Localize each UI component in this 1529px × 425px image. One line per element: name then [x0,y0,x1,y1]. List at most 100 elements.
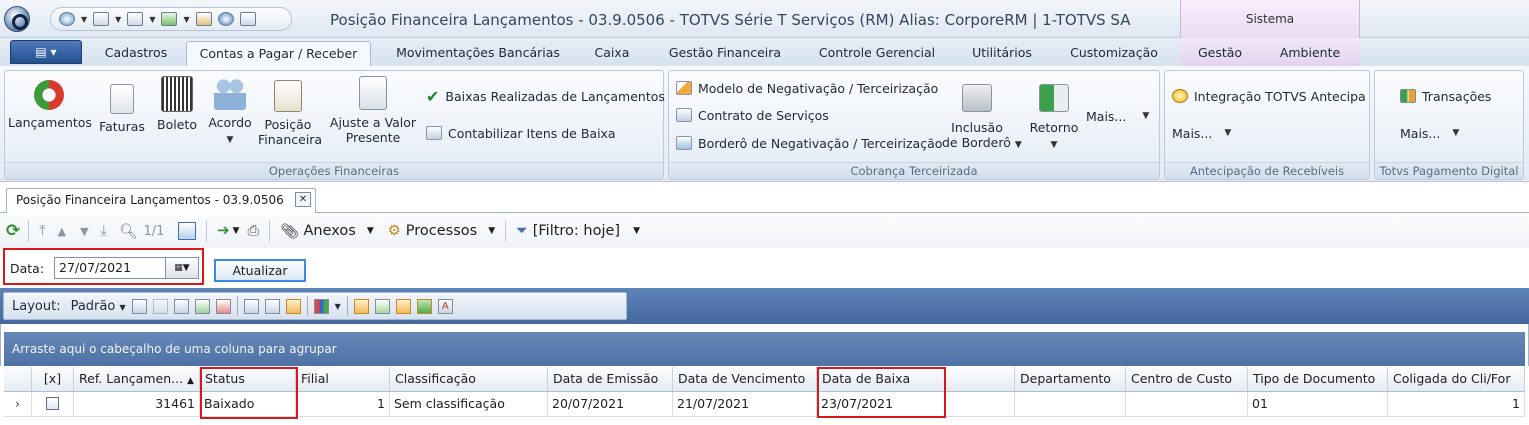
tab-cadastros[interactable]: Cadastros [92,41,180,66]
app-menu-orb-icon[interactable] [4,6,30,32]
sigma-icon[interactable] [264,298,280,314]
baixas-realizadas-button[interactable]: ✔ Baixas Realizadas de Lançamentos [426,86,665,106]
cell-tipo-documento[interactable]: 01 [1248,392,1388,417]
tab-controle-gerencial[interactable]: Controle Gerencial [812,41,942,66]
import-layout-icon[interactable] [194,298,210,314]
column-header-tipo-documento[interactable]: Tipo de Documento [1248,367,1388,392]
button-label-line1: Posição [264,117,312,132]
cell-data-vencimento[interactable]: 21/07/2021 [673,392,817,417]
cell-ref[interactable]: 31461 [74,392,200,417]
highlight-box-status [200,367,298,419]
view-list-icon[interactable] [374,298,390,314]
column-header-filial[interactable]: Filial [296,367,390,392]
chevron-down-icon[interactable]: ▼ [149,15,155,24]
view-grid-icon[interactable] [353,298,369,314]
column-header-centro-custo[interactable]: Centro de Custo [1126,367,1248,392]
cell-classificacao[interactable]: Sem classificação [390,392,548,417]
layout-icon[interactable] [152,298,168,314]
font-icon[interactable]: A [437,298,453,314]
document-tab[interactable]: Posição Financeira Lançamentos - 03.9.05… [6,188,316,213]
grid-view-icon[interactable] [178,222,197,240]
close-icon[interactable]: ✕ [295,192,311,207]
button-label-line2: de Borderô [942,135,1011,150]
modelo-negativacao-button[interactable]: Modelo de Negativação / Terceirização [676,78,938,98]
column-header-data-emissao[interactable]: Data de Emissão [548,367,673,392]
column-header-coligada[interactable]: Coligada do Cli/For [1388,367,1525,392]
acordo-button[interactable]: Acordo ▼ [205,76,255,148]
chevron-down-icon[interactable]: ▼ [335,302,341,311]
chart-icon[interactable] [313,298,329,314]
file-menu-button[interactable]: ▤ ▾ [10,40,82,64]
column-header-select[interactable]: [x] [32,367,74,392]
summary-icon[interactable] [243,298,259,314]
view-detail-icon[interactable] [395,298,411,314]
layout-preset-dropdown[interactable]: Padrão ▼ [71,299,126,314]
antecipacao-mais-button[interactable]: Mais... ▼ [1172,123,1231,143]
bordero-negativacao-button[interactable]: Borderô de Negativação / Terceirização [676,133,942,153]
chevron-down-icon[interactable]: ▼ [183,15,189,24]
refresh-icon[interactable]: ⟳ [6,221,20,241]
window-icon[interactable] [93,12,110,26]
tab-utilitarios[interactable]: Utilitários [962,41,1042,66]
tab-contas-pagar-receber[interactable]: Contas a Pagar / Receber [186,41,371,66]
retorno-button[interactable]: Retorno ▼ [1028,76,1080,153]
paperclip-icon: 📎︎ [280,223,299,240]
column-header-departamento[interactable]: Departamento [1015,367,1126,392]
filter-button[interactable]: ⏷ [Filtro: hoje] ▼ [516,223,640,239]
cell-filial[interactable]: 1 [296,392,390,417]
atualizar-button[interactable]: Atualizar [214,259,306,282]
delete-layout-icon[interactable] [215,298,231,314]
cell-centro-custo[interactable] [1126,392,1248,417]
export-arrow-icon[interactable]: ➔ [217,223,229,239]
copy-icon[interactable] [239,12,256,26]
globe-icon[interactable] [59,12,75,26]
anexos-button[interactable]: 📎︎ Anexos ▼ [280,223,374,240]
processos-button[interactable]: ⚙ Processos ▼ [388,223,495,239]
faturas-button[interactable]: Faturas [96,76,148,134]
chevron-down-icon[interactable]: ▼ [233,226,240,236]
column-header-classificacao[interactable]: Classificação [390,367,548,392]
contrato-servicos-button[interactable]: Contrato de Serviços [676,105,829,125]
view-form-icon[interactable] [416,298,432,314]
pagamento-mais-button[interactable]: Mais... ▼ [1400,123,1459,143]
layout-icon[interactable] [127,12,144,26]
boleto-button[interactable]: Boleto [152,76,202,132]
integracao-totvs-antecipa-button[interactable]: Integração TOTVS Antecipa [1172,86,1366,106]
tab-gestao[interactable]: Gestão [1188,41,1252,66]
inclusao-bordero-button[interactable]: Inclusão de Borderô ▼ [942,76,1022,153]
chevron-down-icon: ▼ [1224,128,1232,138]
chevron-down-icon[interactable]: ▼ [81,15,87,24]
find-icon[interactable]: 🔍︎ [119,223,137,240]
tab-customizacao[interactable]: Customização [1062,41,1166,66]
web-icon[interactable] [217,12,234,26]
tools-icon[interactable] [195,12,212,26]
column-header-ref[interactable]: Ref. Lançamen... ▲ [74,367,200,392]
ajuste-valor-presente-button[interactable]: Ajuste a Valor Presente [328,76,418,145]
cell-coligada[interactable]: 1 [1388,392,1525,417]
cell-data-emissao[interactable]: 20/07/2021 [548,392,673,417]
column-header-data-vencimento[interactable]: Data de Vencimento [673,367,817,392]
contabilizar-itens-baixa-button[interactable]: Contabilizar Itens de Baixa [426,123,616,143]
first-record-icon[interactable]: ⤒ [39,223,45,239]
tab-gestao-financeira[interactable]: Gestão Financeira [660,41,790,66]
edit-icon[interactable] [285,298,301,314]
chevron-down-icon[interactable]: ▼ [115,15,121,24]
group-by-area[interactable]: Arraste aqui o cabeçalho de uma coluna p… [4,332,1525,366]
cobranca-mais-button[interactable]: Mais... ▼ [1086,106,1149,126]
posicao-financeira-button[interactable]: Posição Financeira [258,76,322,147]
last-record-icon[interactable]: ⤓ [101,223,107,239]
tab-movimentacoes-bancarias[interactable]: Movimentações Bancárias [388,41,568,66]
previous-record-icon[interactable]: ▲ [58,225,66,238]
save-layout-icon[interactable] [131,298,147,314]
columns-icon[interactable] [173,298,189,314]
separator [236,296,238,316]
export-icon[interactable] [161,12,178,26]
cell-departamento[interactable] [1015,392,1126,417]
print-icon[interactable]: ⎙ [247,223,259,239]
transacoes-button[interactable]: Transações [1400,86,1491,106]
row-select-checkbox[interactable] [32,392,74,417]
next-record-icon[interactable]: ▼ [80,225,88,238]
lancamentos-button[interactable]: Lançamentos [8,76,92,130]
tab-caixa[interactable]: Caixa [582,41,642,66]
tab-ambiente[interactable]: Ambiente [1272,41,1348,66]
